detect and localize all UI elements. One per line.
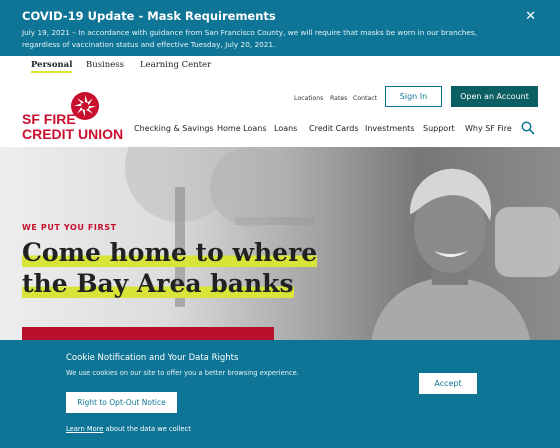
hero-banner: WE PUT YOU FIRST Come home to where the … [0, 147, 560, 342]
accept-button[interactable]: Accept [419, 373, 477, 394]
nav-why-sf-fire[interactable]: Why SF Fire [465, 124, 512, 133]
hero-person-image [371, 168, 531, 342]
logo-line2: CREDIT UNION [22, 126, 124, 142]
hero-eyebrow: WE PUT YOU FIRST [22, 223, 117, 232]
hero-headline-line2: the Bay Area banks [22, 269, 294, 298]
contact-link[interactable]: Contact [353, 95, 377, 102]
locations-link[interactable]: Locations [294, 95, 323, 102]
cookie-learn-more: Learn More about the data we collect [66, 425, 191, 433]
tab-personal[interactable]: Personal [31, 60, 73, 73]
learn-more-link[interactable]: Learn More [66, 425, 103, 433]
alert-body: July 19, 2021 – In accordance with guida… [22, 28, 478, 49]
cookie-text: We use cookies on our site to offer you … [66, 369, 299, 377]
tab-learning-center[interactable]: Learning Center [140, 60, 211, 70]
logo[interactable]: SF FIRE CREDIT UNION [22, 112, 123, 142]
nav-investments[interactable]: Investments [365, 124, 414, 133]
nav-loans[interactable]: Loans [274, 124, 297, 133]
open-account-button[interactable]: Open an Account [451, 86, 538, 107]
alert-title: COVID-19 Update - Mask Requirements [22, 9, 276, 23]
nav-home-loans[interactable]: Home Loans [217, 124, 267, 133]
hero-headline: Come home to where the Bay Area banks [22, 237, 322, 299]
nav-credit-cards[interactable]: Credit Cards [309, 124, 358, 133]
nav-checking-savings[interactable]: Checking & Savings [134, 124, 214, 133]
cookie-title: Cookie Notification and Your Data Rights [66, 353, 239, 363]
close-icon[interactable]: ✕ [525, 9, 536, 24]
nav-support[interactable]: Support [423, 124, 455, 133]
alert-banner: COVID-19 Update - Mask Requirements July… [0, 0, 560, 56]
hero-headline-line1: Come home to where [22, 238, 318, 267]
sign-in-button[interactable]: Sign In [385, 86, 442, 107]
tab-business[interactable]: Business [86, 60, 124, 70]
search-icon[interactable] [521, 121, 535, 135]
opt-out-button[interactable]: Right to Opt-Out Notice [66, 392, 177, 413]
segment-tabs: Personal Business Learning Center [0, 56, 560, 76]
rates-link[interactable]: Rates [330, 95, 347, 102]
logo-line1: SF FIRE [22, 111, 76, 127]
cookie-banner: Cookie Notification and Your Data Rights… [0, 340, 560, 448]
learn-more-rest: about the data we collect [103, 425, 191, 433]
